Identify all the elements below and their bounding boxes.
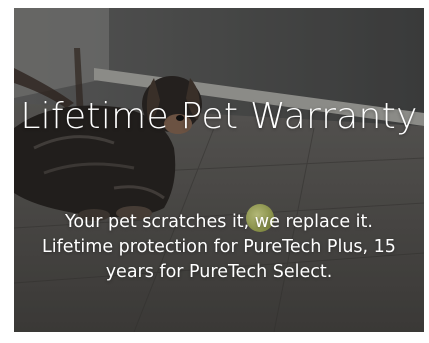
promo-text: Lifetime Pet Warranty Your pet scratches…: [14, 8, 424, 332]
promo-card: Lifetime Pet Warranty Your pet scratches…: [14, 8, 424, 332]
promo-headline: Lifetime Pet Warranty: [20, 96, 418, 137]
promo-body: Your pet scratches it, we replace it. Li…: [42, 212, 396, 282]
